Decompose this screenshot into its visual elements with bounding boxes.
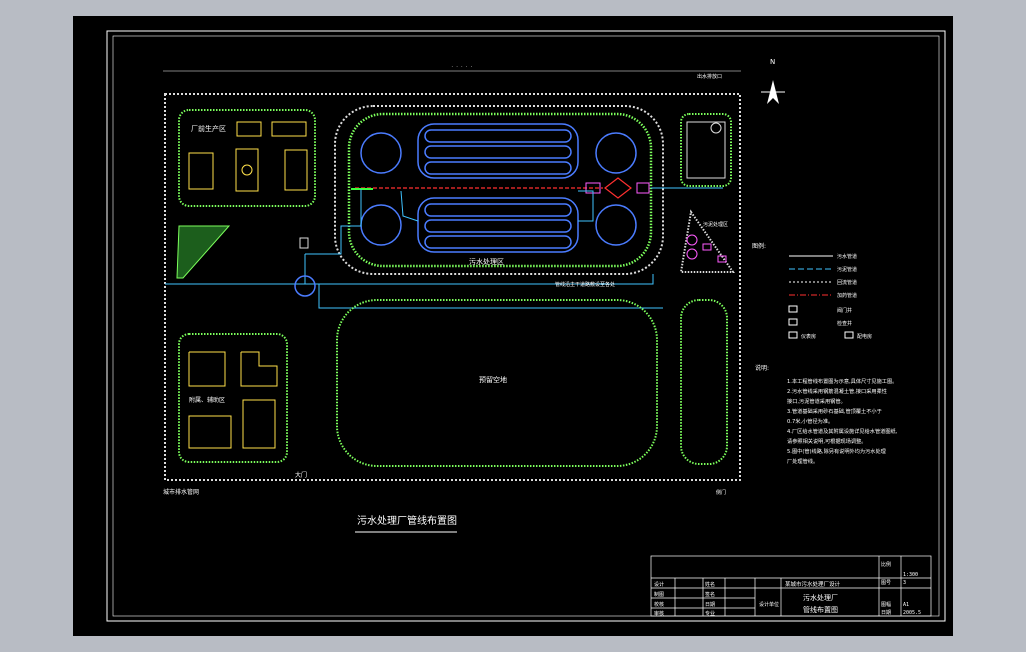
court-circle xyxy=(241,164,253,176)
reserve-land-label: 预留空地 xyxy=(479,375,507,384)
legend-item-6: 仪表房 xyxy=(801,333,816,340)
tb-project: 某城市污水处理厂设计 xyxy=(785,580,841,588)
tb-scale-value: 1:300 xyxy=(903,572,918,578)
tb-row-0: 设计 xyxy=(654,581,664,588)
note-line-5: 4.厂区给水管道及其附属设施详见给水管道图纸, xyxy=(787,427,898,435)
digester-2 xyxy=(686,248,698,260)
north-arrow-icon xyxy=(761,80,785,104)
tb-row-2: 校核 xyxy=(654,601,664,608)
site-plan-drawing: · · · · · 厂前生产区 污水处理区 污泥处理区 预留空地 附属、辅助区 … xyxy=(106,30,946,622)
legend-item-7: 配电房 xyxy=(857,333,872,340)
tb-cell-2: 日期 xyxy=(705,602,715,608)
distribution-well xyxy=(604,177,632,199)
tb-row-3: 审核 xyxy=(654,610,664,617)
sludge-thickener xyxy=(710,122,722,134)
treatment-zone-green xyxy=(347,112,653,268)
note-line-7: 5.图中(管)线路,除另有说明外均为污水处理 xyxy=(787,447,887,455)
sheet-border xyxy=(106,30,946,622)
tb-sheet-value: 3 xyxy=(903,580,906,586)
aux-zone-label: 污泥处理区 xyxy=(703,221,728,228)
building-dorm xyxy=(188,152,214,190)
living-zone-label: 厂前生产区 xyxy=(191,124,226,133)
note-line-4: 0.7米,小管径为准。 xyxy=(787,417,833,425)
building-lab xyxy=(271,121,307,137)
main-pipe-note: 管线沿主干道路敷设至各处 xyxy=(555,281,615,288)
screen-chamber xyxy=(299,237,309,249)
building-warehouse xyxy=(188,415,232,449)
site-boundary xyxy=(164,93,741,481)
drawing-title: 污水处理厂管线布置图 xyxy=(357,514,457,527)
pump-house-return xyxy=(636,182,650,194)
aeration-tank-upper xyxy=(417,123,579,179)
legend-list: 污水管道 污泥管道 回流管道 加药管道 阀门井 检查井 仪表房 配电房 xyxy=(788,253,872,340)
drawing-sheet: · · · · · 厂前生产区 污水处理区 污泥处理区 预留空地 附属、辅助区 … xyxy=(73,16,953,636)
sludge-building xyxy=(686,121,726,179)
primary-clarifier-2 xyxy=(360,204,402,246)
outfall-label: 出水排放口 xyxy=(697,73,722,80)
tb-date-value: 2005.5 xyxy=(903,610,921,616)
digester-1 xyxy=(686,234,698,246)
tb-scale-label: 比例 xyxy=(881,561,891,568)
legend-item-5: 检查井 xyxy=(837,320,852,327)
side-gate-label: 侧门 xyxy=(716,489,726,496)
drain-label: 城市排水管网 xyxy=(163,488,199,496)
legend-item-2: 回流管道 xyxy=(837,279,857,286)
tb-date-label: 日期 xyxy=(881,610,891,616)
tb-drawing-name-1: 污水处理厂 xyxy=(803,593,838,602)
sludge-pump xyxy=(702,243,712,251)
building-canteen xyxy=(284,149,308,191)
tb-drawing-name-2: 管线布置图 xyxy=(803,605,838,614)
aux-area-label: 附属、辅助区 xyxy=(189,396,225,404)
notes-block: 1.本工程管线布置图为示意,具体尺寸见施工图。 2.污水管线采用钢筋混凝土管,接… xyxy=(787,377,898,465)
treatment-zone-label: 污水处理区 xyxy=(469,257,504,266)
note-line-6: 请参照相关说明,可根据现场调整。 xyxy=(787,437,866,445)
tb-size-label: 图幅 xyxy=(881,601,891,608)
green-area xyxy=(176,225,231,279)
north-label: N xyxy=(770,58,775,66)
aux-zone-boundary xyxy=(679,209,735,273)
primary-clarifier-1 xyxy=(360,132,402,174)
tb-row-1: 制图 xyxy=(654,591,664,598)
tb-size-value: A1 xyxy=(903,602,909,608)
legend-item-3: 加药管道 xyxy=(837,292,857,299)
building-workshop xyxy=(240,351,278,387)
main-gate-label: 大门 xyxy=(295,471,307,479)
sludge-zone-boundary xyxy=(680,113,732,187)
secondary-clarifier-1 xyxy=(595,132,637,174)
dimension-text-top: · · · · · xyxy=(451,64,473,69)
tb-right-label: 设计单位 xyxy=(759,601,779,608)
building-garage xyxy=(188,351,226,387)
tb-cell-0: 姓名 xyxy=(705,581,715,588)
note-line-2: 接口,污泥管道采用钢管。 xyxy=(787,397,846,405)
building-office xyxy=(236,121,262,137)
note-line-0: 1.本工程管线布置图为示意,具体尺寸见施工图。 xyxy=(787,377,897,385)
note-line-1: 2.污水管线采用钢筋混凝土管,接口采用柔性 xyxy=(787,387,887,395)
legend-title: 图例: xyxy=(752,242,766,250)
basketball-court xyxy=(235,148,259,192)
note-line-8: 厂处理管线。 xyxy=(787,457,818,465)
building-boiler xyxy=(242,399,276,449)
legend-item-1: 污泥管道 xyxy=(837,266,857,273)
notes-title: 说明: xyxy=(755,364,769,372)
green-strip-right xyxy=(680,299,728,465)
treatment-zone-boundary xyxy=(334,105,664,275)
aeration-tank-lower xyxy=(417,197,579,253)
legend-item-4: 阀门井 xyxy=(837,307,852,314)
tb-cell-3: 专业 xyxy=(705,610,715,617)
secondary-clarifier-2 xyxy=(595,204,637,246)
note-line-3: 3.管道基础采用砂石基础,管顶覆土不小于 xyxy=(787,407,882,415)
tb-cell-1: 签名 xyxy=(705,591,715,598)
tb-sheet-label: 图号 xyxy=(881,580,891,586)
legend-item-0: 污水管道 xyxy=(837,253,857,260)
